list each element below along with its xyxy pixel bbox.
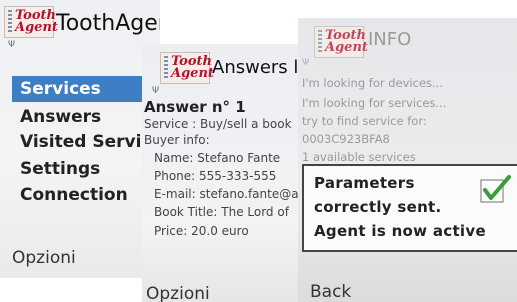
back-softkey[interactable]: Back <box>310 282 351 302</box>
menu-item-label: Services <box>20 79 101 99</box>
book-price: Price: 20.0 euro <box>154 224 249 238</box>
buyer-email: E-mail: stefano.fante@a <box>154 187 299 201</box>
toothagent-logo: Tooth Agent <box>160 52 214 84</box>
menu-item-answers[interactable]: Answers <box>20 106 101 128</box>
menu-item-settings[interactable]: Settings <box>20 158 100 180</box>
menu-item-visited-services[interactable]: Visited Servi <box>20 131 141 153</box>
log-line: 1 available services <box>302 150 416 164</box>
signal-icon: Ψ <box>302 58 310 68</box>
buyer-phone: Phone: 555-333-555 <box>154 169 277 183</box>
popup-line: correctly sent. <box>314 198 442 216</box>
screen-title: Answers li <box>212 57 304 78</box>
confirmation-popup[interactable]: Parameters correctly sent. Agent is now … <box>302 164 517 252</box>
info-screen: Tooth Agent INFO Ψ I'm looking for devic… <box>298 18 517 302</box>
app-title: ToothAgent <box>56 11 160 36</box>
toothagent-logo: Tooth Agent <box>314 26 368 58</box>
log-line: try to find service for: <box>302 114 427 128</box>
answers-screen: Tooth Agent Answers li Ψ Answer n° 1 Ser… <box>142 44 307 302</box>
screen-title: INFO <box>368 29 412 50</box>
signal-icon: Ψ <box>152 86 160 96</box>
answer-heading: Answer n° 1 <box>144 98 246 116</box>
popup-line: Agent is now active <box>314 222 486 240</box>
buyer-name: Name: Stefano Fante <box>154 151 281 165</box>
log-line: 0003C923BFA8 <box>302 132 390 146</box>
toothagent-logo: Tooth Agent <box>4 6 58 38</box>
main-menu-screen: Tooth Agent ToothAgent Ψ Services Answer… <box>0 0 160 278</box>
options-softkey[interactable]: Opzioni <box>12 248 76 268</box>
buyer-info-label: Buyer info: <box>144 133 210 147</box>
popup-line: Parameters <box>314 174 415 192</box>
service-line: Service : Buy/sell a book <box>144 117 292 131</box>
book-title: Book Title: The Lord of <box>154 205 289 219</box>
log-line: I'm looking for devices... <box>302 76 443 90</box>
menu-item-services[interactable]: Services <box>12 76 160 102</box>
checkmark-icon <box>480 175 511 203</box>
log-line: I'm looking for services... <box>302 96 447 110</box>
menu-item-connection[interactable]: Connection <box>20 184 128 206</box>
options-softkey[interactable]: Opzioni <box>146 284 210 302</box>
signal-icon: Ψ <box>8 40 16 50</box>
